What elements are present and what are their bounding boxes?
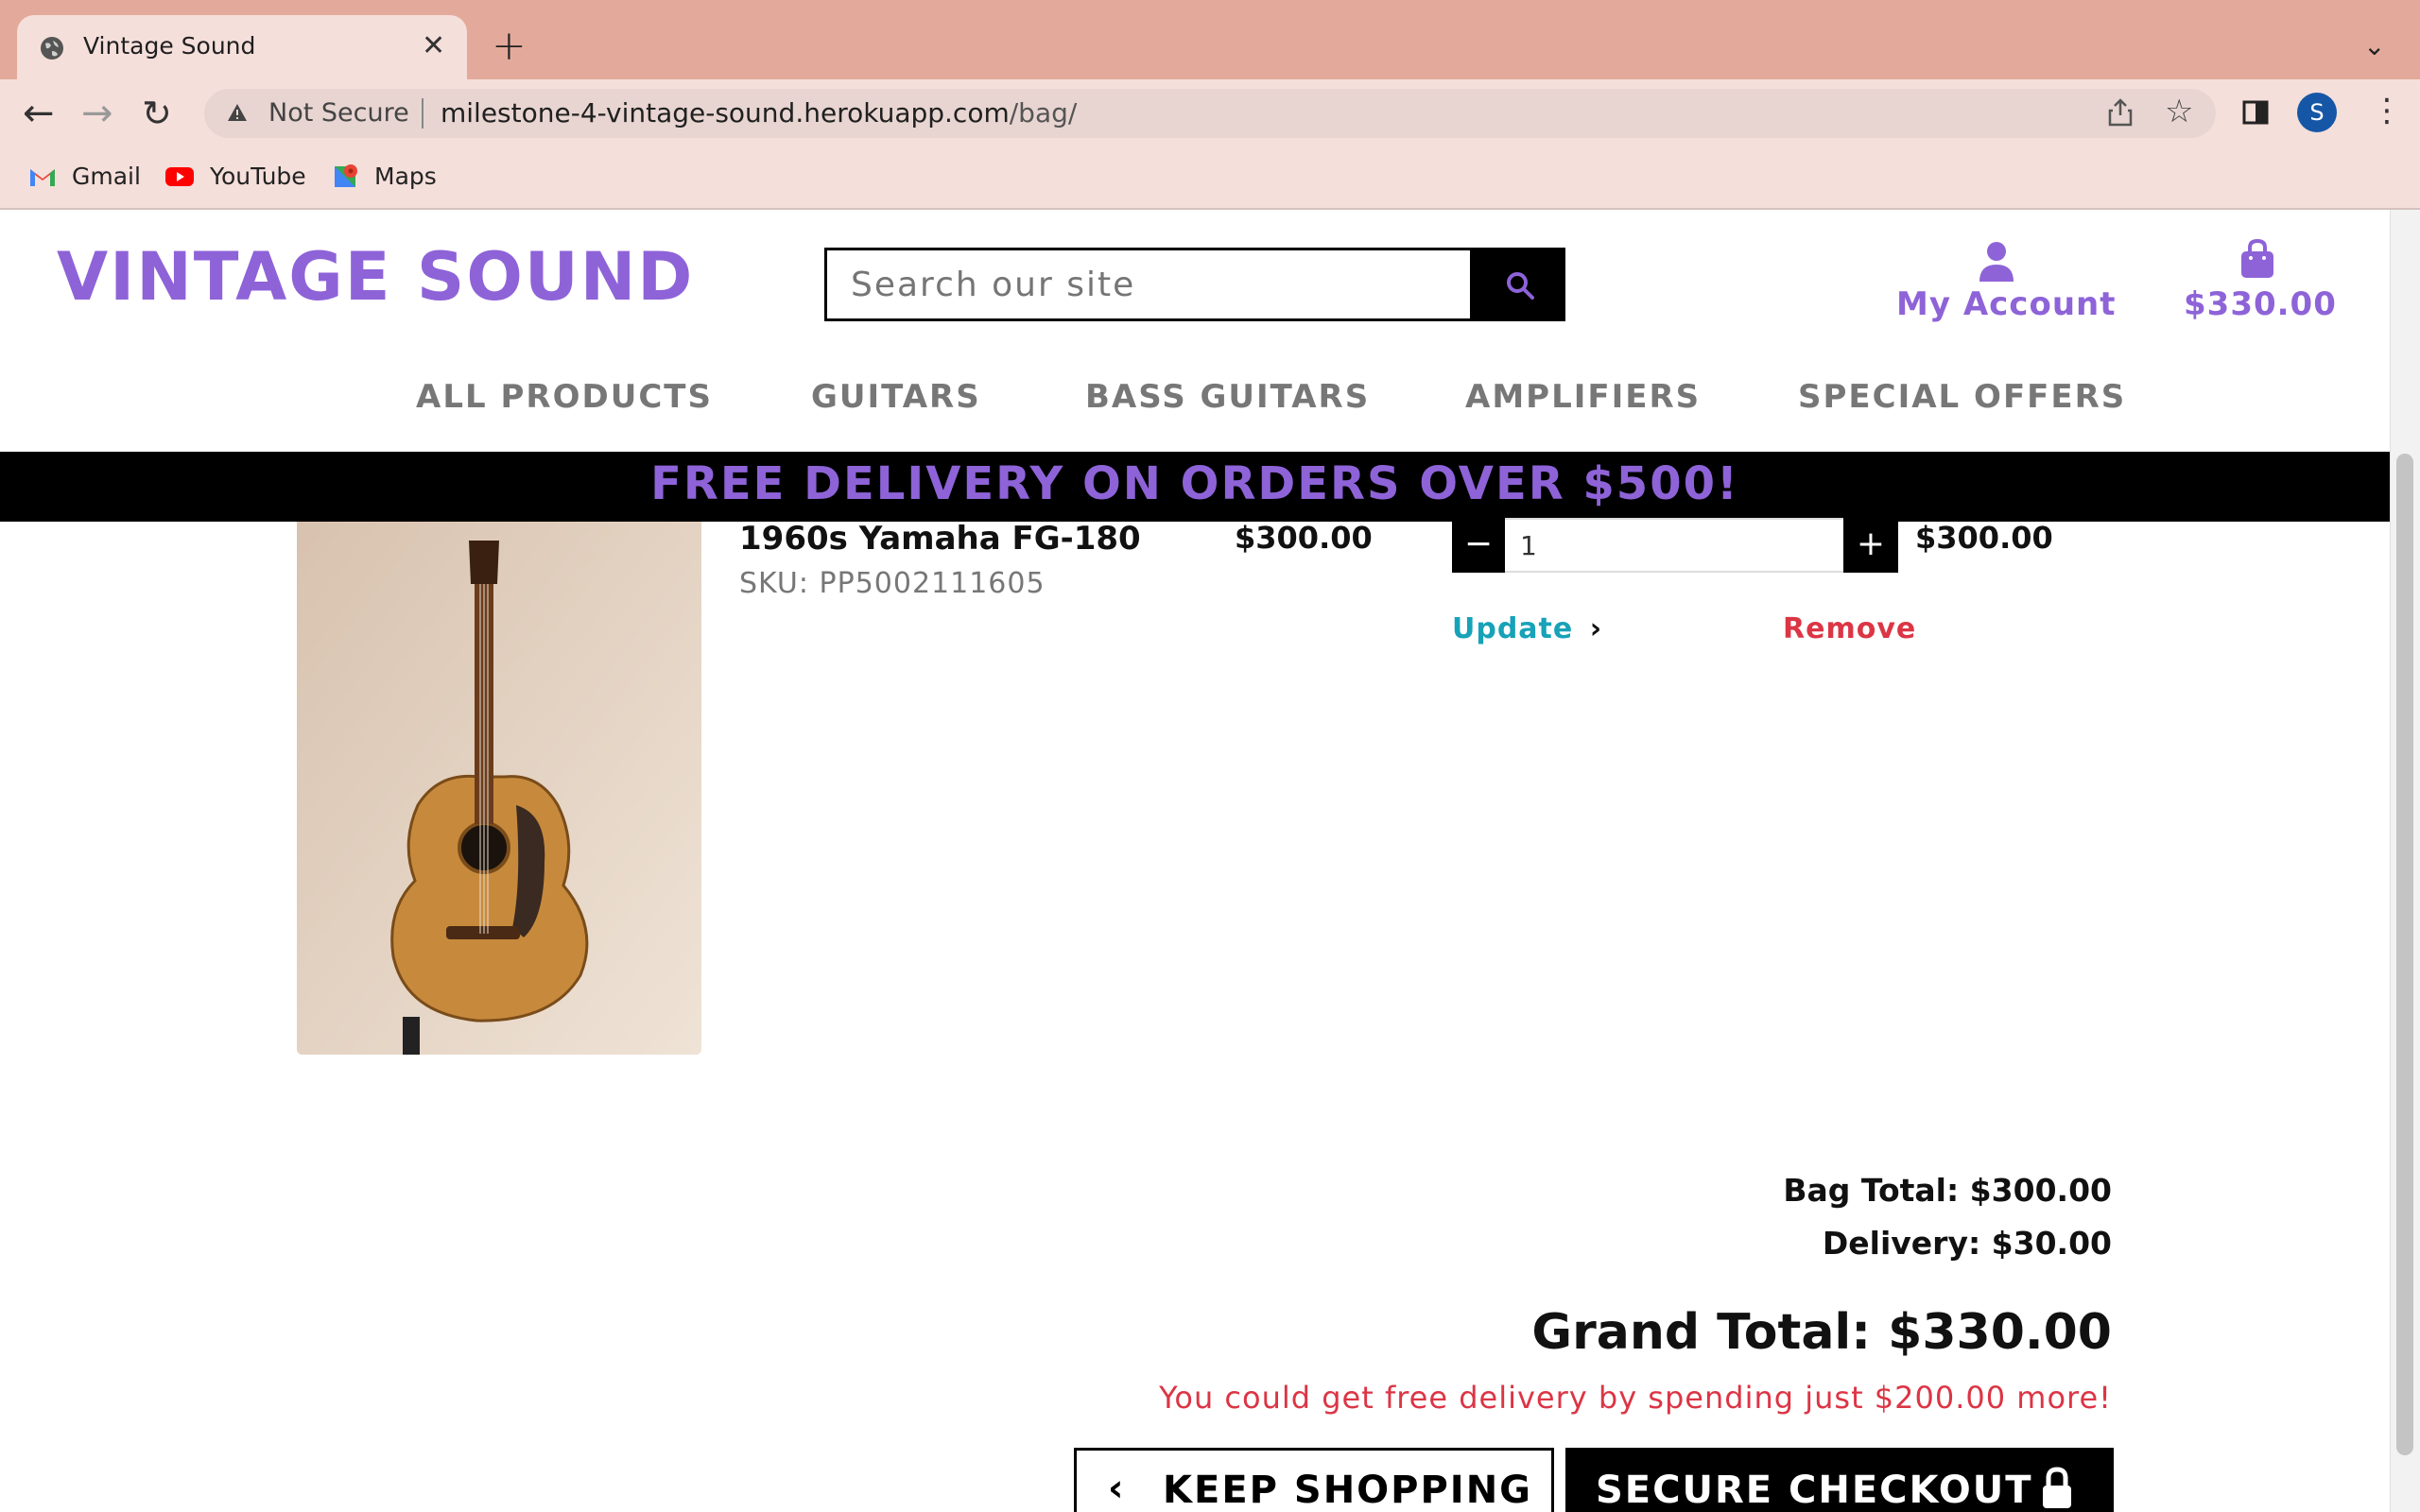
- tab-title: Vintage Sound: [83, 32, 256, 60]
- product-sku: SKU: PP5002111605: [739, 567, 1046, 600]
- user-icon[interactable]: [1978, 240, 2015, 282]
- quantity-input[interactable]: [1505, 518, 1843, 573]
- search-input[interactable]: [828, 251, 1471, 318]
- gmail-icon[interactable]: [28, 166, 57, 187]
- nav-special-offers[interactable]: SPECIAL OFFERS: [1798, 378, 2126, 416]
- update-link[interactable]: Update ›: [1452, 612, 1602, 645]
- nav-guitars[interactable]: GUITARS: [811, 378, 981, 416]
- decrement-qty-button[interactable]: −: [1452, 518, 1505, 573]
- chevron-right-icon: ›: [1589, 612, 1603, 645]
- delivery-banner-text: FREE DELIVERY ON ORDERS OVER $500!: [650, 457, 1739, 510]
- bookmark-star-icon[interactable]: ☆: [2165, 93, 2193, 130]
- globe-icon: [41, 37, 63, 60]
- product-price: $300.00: [1235, 520, 1373, 556]
- free-delivery-message: You could get free delivery by spending …: [1159, 1380, 2112, 1416]
- lock-icon: [2043, 1467, 2071, 1508]
- keep-shopping-label: KEEP SHOPPING: [1163, 1469, 1532, 1512]
- url-path: /bag/: [1009, 97, 1078, 129]
- bookmark-gmail[interactable]: Gmail: [72, 163, 141, 190]
- item-subtotal: $300.00: [1915, 520, 2053, 556]
- new-tab-button[interactable]: +: [492, 25, 527, 68]
- bookmark-youtube[interactable]: YouTube: [210, 163, 306, 190]
- maps-icon[interactable]: [333, 163, 359, 191]
- forward-icon[interactable]: →: [81, 93, 113, 134]
- secure-checkout-label: SECURE CHECKOUT: [1596, 1469, 2033, 1512]
- bag-total: Bag Total: $300.00: [1783, 1172, 2112, 1209]
- tab-search-icon[interactable]: ⌄: [2363, 30, 2385, 61]
- product-image[interactable]: [297, 522, 701, 1055]
- my-account-link[interactable]: My Account: [1896, 285, 2116, 323]
- delivery-cost: Delivery: $30.00: [1822, 1225, 2112, 1262]
- profile-avatar[interactable]: S: [2297, 93, 2337, 132]
- search-icon: [1507, 272, 1534, 300]
- side-panel-icon[interactable]: [2242, 100, 2269, 125]
- omnibox-divider: [422, 98, 424, 129]
- not-secure-label[interactable]: Not Secure: [268, 98, 409, 128]
- menu-kebab-icon[interactable]: ⋮: [2371, 94, 2403, 127]
- url-text[interactable]: milestone-4-vintage-sound.herokuapp.com/…: [441, 97, 1077, 129]
- back-icon[interactable]: ←: [23, 93, 55, 134]
- share-icon[interactable]: [2108, 98, 2133, 127]
- shopping-bag-icon[interactable]: [2238, 238, 2276, 280]
- chevron-left-icon: ‹: [1108, 1467, 1124, 1510]
- increment-qty-button[interactable]: +: [1843, 518, 1898, 573]
- update-label: Update: [1452, 612, 1574, 645]
- nav-all-products[interactable]: ALL PRODUCTS: [416, 378, 713, 416]
- nav-amplifiers[interactable]: AMPLIFIERS: [1465, 378, 1701, 416]
- site-logo[interactable]: VINTAGE SOUND: [57, 238, 694, 316]
- search-button[interactable]: [1473, 248, 1565, 321]
- youtube-icon[interactable]: [164, 166, 195, 187]
- bookmark-maps[interactable]: Maps: [374, 163, 437, 190]
- tab-close-icon[interactable]: ✕: [422, 30, 445, 62]
- grand-total: Grand Total: $330.00: [1531, 1304, 2112, 1361]
- reload-icon[interactable]: ↻: [142, 93, 172, 134]
- nav-bass-guitars[interactable]: BASS GUITARS: [1085, 378, 1370, 416]
- scrollbar-thumb[interactable]: [2396, 454, 2413, 1455]
- product-name[interactable]: 1960s Yamaha FG-180: [739, 520, 1141, 558]
- cart-total[interactable]: $330.00: [2184, 285, 2337, 323]
- warning-icon[interactable]: [227, 102, 248, 123]
- remove-link[interactable]: Remove: [1783, 612, 1916, 645]
- url-host: milestone-4-vintage-sound.herokuapp.com: [441, 97, 1010, 129]
